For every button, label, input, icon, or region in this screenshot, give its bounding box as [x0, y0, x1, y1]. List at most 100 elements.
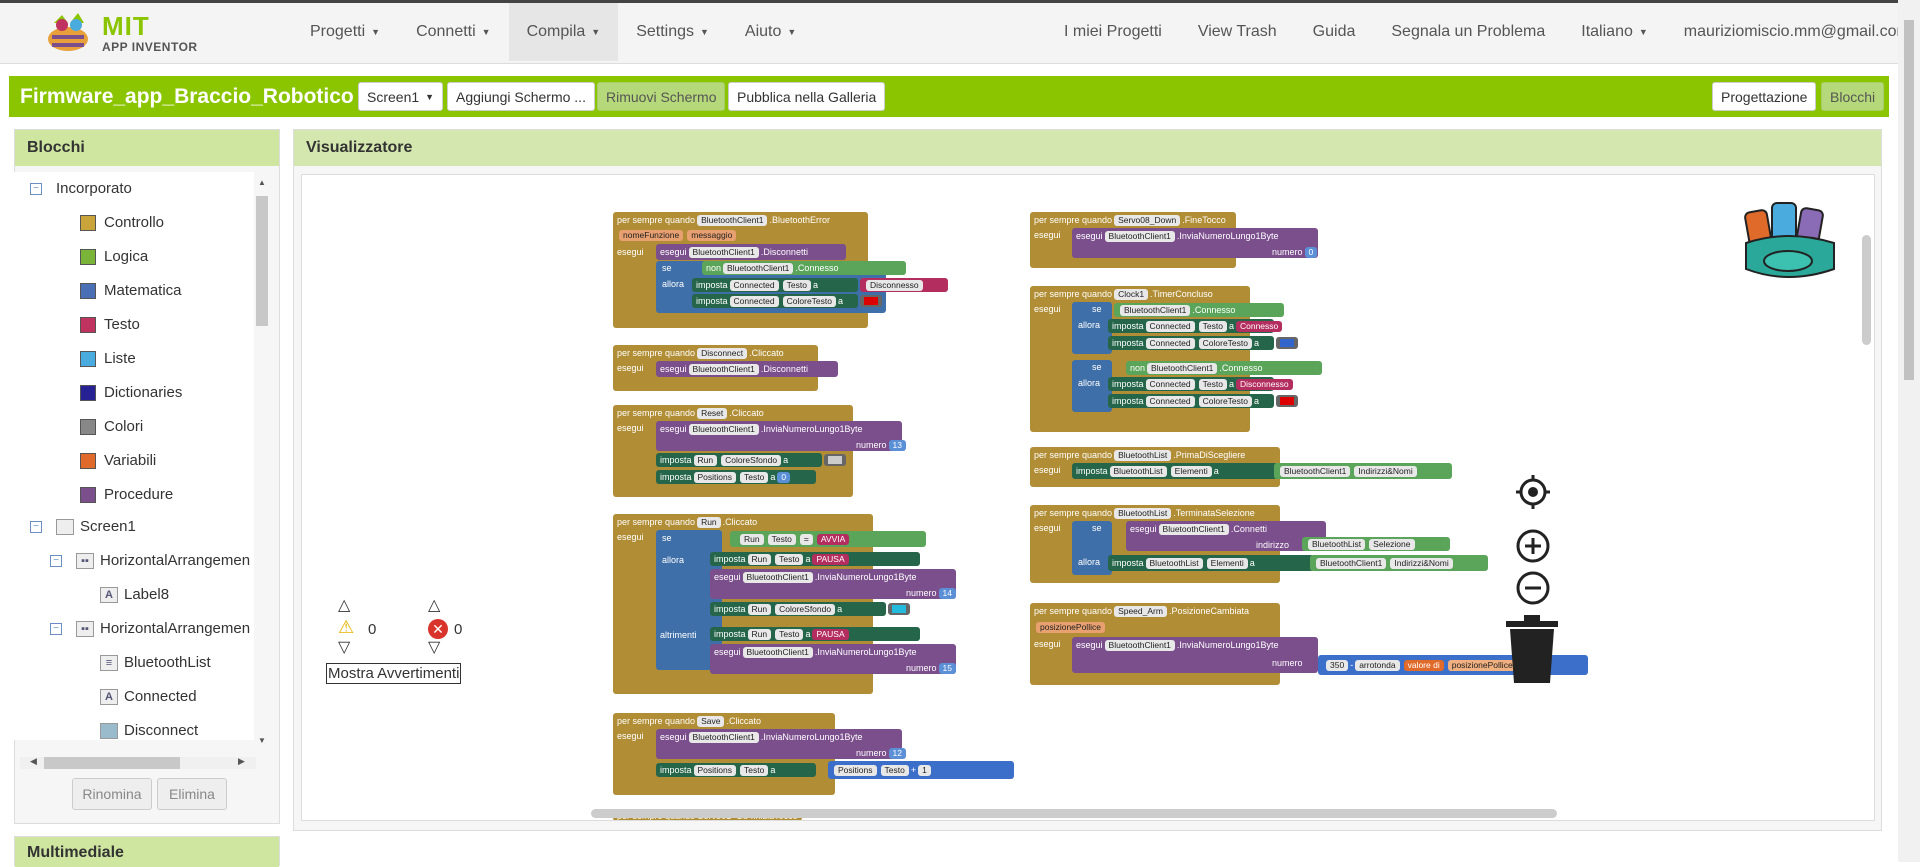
designer-button[interactable]: Progettazione: [1712, 82, 1817, 111]
component-pill[interactable]: BluetoothList: [1308, 538, 1366, 550]
tree-disconnect[interactable]: Disconnect: [100, 722, 198, 739]
param-pill[interactable]: posizionePollice: [1036, 621, 1105, 633]
component-pill[interactable]: Connected: [729, 279, 779, 291]
component-pill[interactable]: Run: [747, 603, 772, 615]
component-pill[interactable]: Run: [747, 553, 772, 565]
tree-ha1[interactable]: HorizontalArrangemen: [100, 552, 250, 569]
property-pill[interactable]: Selezione: [1369, 538, 1415, 550]
menu-connetti[interactable]: Connetti ▼: [398, 3, 509, 61]
blocks-workspace[interactable]: per sempre quando BluetoothClient1 .Blueto…: [301, 174, 1875, 821]
warn-down-icon[interactable]: ▽: [338, 637, 350, 657]
menu-progetti[interactable]: Progetti ▼: [292, 3, 398, 61]
number-value[interactable]: 350: [1326, 659, 1349, 671]
number-value[interactable]: 15: [938, 662, 956, 674]
tree-builtin[interactable]: Incorporato: [56, 180, 132, 197]
component-pill[interactable]: Positions: [693, 471, 737, 483]
drawer-procedure[interactable]: Procedure: [80, 486, 173, 503]
blocks-button[interactable]: Blocchi: [1821, 82, 1885, 111]
property-pill[interactable]: Elementi: [1170, 465, 1212, 477]
number-value[interactable]: 0: [1304, 246, 1318, 258]
tree-connected[interactable]: A Connected: [100, 688, 197, 705]
component-pill[interactable]: BluetoothClient1: [688, 363, 759, 375]
drawer-logica[interactable]: Logica: [80, 248, 148, 265]
color-block[interactable]: [824, 454, 846, 466]
scroll-down-icon[interactable]: ▼: [258, 736, 266, 745]
property-pill[interactable]: ColoreTesto: [782, 295, 836, 307]
component-pill[interactable]: Run: [697, 516, 721, 528]
component-pill[interactable]: Connected: [1145, 395, 1195, 407]
component-pill[interactable]: BluetoothClient1: [1147, 362, 1218, 374]
link-my-projects[interactable]: I miei Progetti: [1046, 3, 1180, 61]
component-pill[interactable]: BluetoothList: [1145, 557, 1203, 569]
tree-screen1[interactable]: Screen1: [80, 518, 136, 535]
number-value[interactable]: 13: [888, 439, 906, 451]
tree-bluetoothlist[interactable]: ≡ BluetoothList: [100, 654, 211, 671]
operator-pill[interactable]: arrotonda: [1355, 659, 1400, 671]
property-pill[interactable]: Elementi: [1206, 557, 1248, 569]
text-value[interactable]: Disconnesso: [866, 279, 923, 291]
app-inventor-logo[interactable]: MIT APP INVENTOR: [44, 9, 214, 57]
warn-up-icon[interactable]: △: [338, 595, 350, 615]
tree-ha2[interactable]: HorizontalArrangemen: [100, 620, 250, 637]
page-vertical-scrollbar[interactable]: [1904, 20, 1914, 380]
tree-vertical-scrollbar[interactable]: [256, 196, 268, 326]
backpack-icon[interactable]: [1738, 185, 1848, 285]
number-value[interactable]: 12: [888, 747, 906, 759]
property-pill[interactable]: Indirizzi&Nomi: [1354, 465, 1417, 477]
component-pill[interactable]: Positions: [693, 764, 737, 776]
property-pill[interactable]: Testo: [740, 471, 769, 483]
component-pill[interactable]: Connected: [1145, 378, 1195, 390]
property-pill[interactable]: Testo: [775, 628, 804, 640]
component-pill[interactable]: BluetoothClient1: [1104, 639, 1175, 651]
text-value[interactable]: PAUSA: [812, 553, 849, 565]
operator-pill[interactable]: =: [799, 533, 813, 545]
drawer-testo[interactable]: Testo: [80, 316, 140, 333]
component-pill[interactable]: BluetoothClient1: [697, 214, 768, 226]
color-block[interactable]: [860, 295, 882, 307]
scroll-up-icon[interactable]: ▲: [258, 178, 266, 187]
text-value[interactable]: Disconnesso: [1235, 378, 1293, 390]
text-value[interactable]: Connesso: [1235, 320, 1283, 332]
text-value[interactable]: AVVIA: [816, 533, 850, 545]
property-pill[interactable]: Testo: [1198, 320, 1227, 332]
component-pill[interactable]: Run: [693, 454, 718, 466]
tree-horizontal-scrollbar[interactable]: [44, 757, 180, 769]
component-pill[interactable]: BluetoothClient1: [1104, 230, 1175, 242]
component-pill[interactable]: Disconnect: [697, 347, 748, 359]
link-view-trash[interactable]: View Trash: [1180, 3, 1295, 61]
trash-icon[interactable]: [1502, 615, 1562, 687]
color-block[interactable]: [1276, 395, 1298, 407]
component-pill[interactable]: BluetoothClient1: [723, 262, 794, 274]
component-pill[interactable]: BluetoothList: [1109, 465, 1167, 477]
component-pill[interactable]: Speed_Arm: [1114, 605, 1167, 617]
drawer-dictionaries[interactable]: Dictionaries: [80, 384, 182, 401]
drawer-variabili[interactable]: Variabili: [80, 452, 156, 469]
component-pill[interactable]: Run: [740, 533, 764, 545]
tree-label8[interactable]: A Label8: [100, 586, 169, 603]
component-pill[interactable]: Positions: [834, 764, 877, 776]
component-pill[interactable]: BluetoothClient1: [688, 731, 759, 743]
collapse-icon[interactable]: −: [30, 520, 42, 533]
zoom-in-icon[interactable]: [1516, 529, 1550, 563]
scroll-left-icon[interactable]: ◀: [30, 756, 37, 767]
property-pill[interactable]: Testo: [880, 764, 909, 776]
menu-aiuto[interactable]: Aiuto ▼: [727, 3, 814, 61]
component-pill[interactable]: BluetoothClient1: [742, 646, 813, 658]
drawer-controllo[interactable]: Controllo: [80, 214, 164, 231]
link-report-problem[interactable]: Segnala un Problema: [1373, 3, 1563, 61]
show-warnings-button[interactable]: Mostra Avvertimenti: [326, 663, 462, 684]
screen-selector[interactable]: Screen1 ▼: [358, 82, 444, 111]
property-pill[interactable]: ColoreTesto: [1198, 337, 1252, 349]
account-menu[interactable]: mauriziomiscio.mm@gmail.com▼: [1666, 3, 1920, 61]
property-pill[interactable]: ColoreSfondo: [721, 454, 782, 466]
publish-gallery-button[interactable]: Pubblica nella Galleria: [728, 82, 886, 111]
delete-button[interactable]: Elimina: [157, 778, 227, 810]
component-pill[interactable]: Save: [697, 715, 725, 727]
property-pill[interactable]: Testo: [1198, 378, 1227, 390]
workspace-horizontal-scrollbar[interactable]: [591, 809, 1557, 818]
add-screen-button[interactable]: Aggiungi Schermo ...: [447, 82, 595, 111]
drawer-colori[interactable]: Colori: [80, 418, 143, 435]
collapse-icon[interactable]: −: [50, 622, 62, 635]
rename-button[interactable]: Rinomina: [72, 778, 152, 810]
language-menu[interactable]: Italiano ▼: [1563, 3, 1666, 61]
